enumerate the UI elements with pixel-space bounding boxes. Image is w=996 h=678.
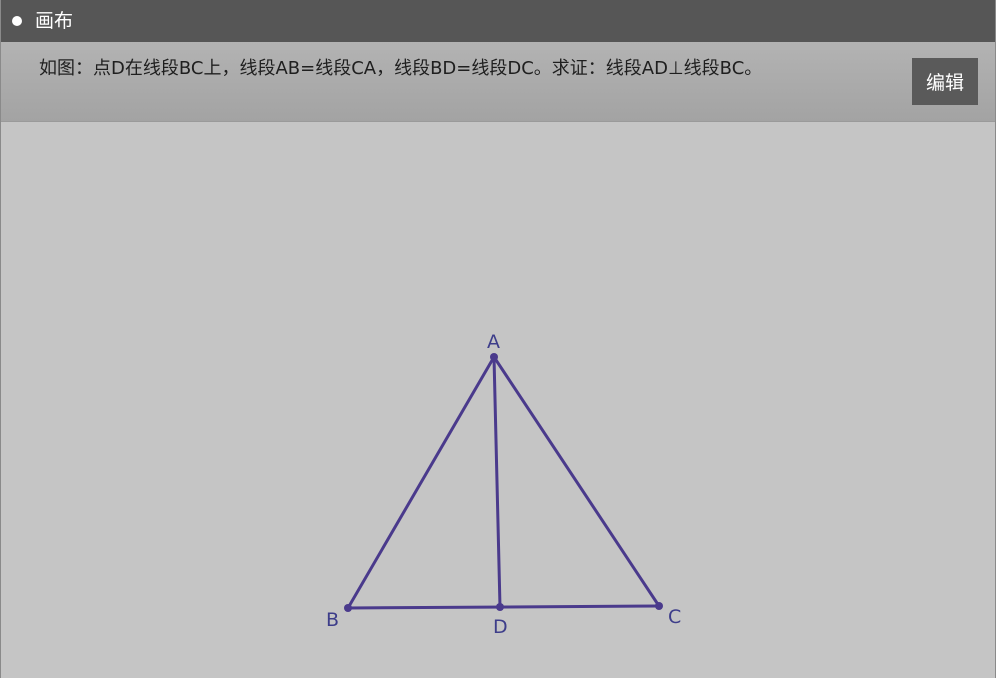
point-b[interactable]: [344, 604, 352, 612]
title-bar: 画布: [1, 0, 995, 42]
point-c-label: C: [668, 606, 681, 628]
canvas-window: 画布 如图：点D在线段BC上，线段AB=线段CA，线段BD=线段DC。求证：线段…: [0, 0, 996, 678]
segment-ab[interactable]: [346, 355, 496, 610]
point-d-label: D: [493, 616, 508, 638]
point-a[interactable]: [490, 353, 498, 361]
window-title: 画布: [35, 9, 74, 32]
problem-statement: 如图：点D在线段BC上，线段AB=线段CA，线段BD=线段DC。求证：线段AD⊥…: [39, 58, 763, 79]
edit-button[interactable]: 编辑: [912, 58, 978, 105]
point-c[interactable]: [655, 602, 663, 610]
point-b-label: B: [326, 609, 339, 631]
segment-ad[interactable]: [492, 355, 502, 609]
circle-bullet-icon: [12, 16, 22, 26]
geometry-figure: A B C D: [326, 331, 681, 638]
drawing-canvas[interactable]: A B C D: [1, 122, 995, 678]
segment-ac[interactable]: [492, 355, 661, 608]
point-d[interactable]: [496, 603, 504, 611]
problem-panel: 如图：点D在线段BC上，线段AB=线段CA，线段BD=线段DC。求证：线段AD⊥…: [1, 42, 995, 122]
point-a-label: A: [487, 331, 500, 353]
